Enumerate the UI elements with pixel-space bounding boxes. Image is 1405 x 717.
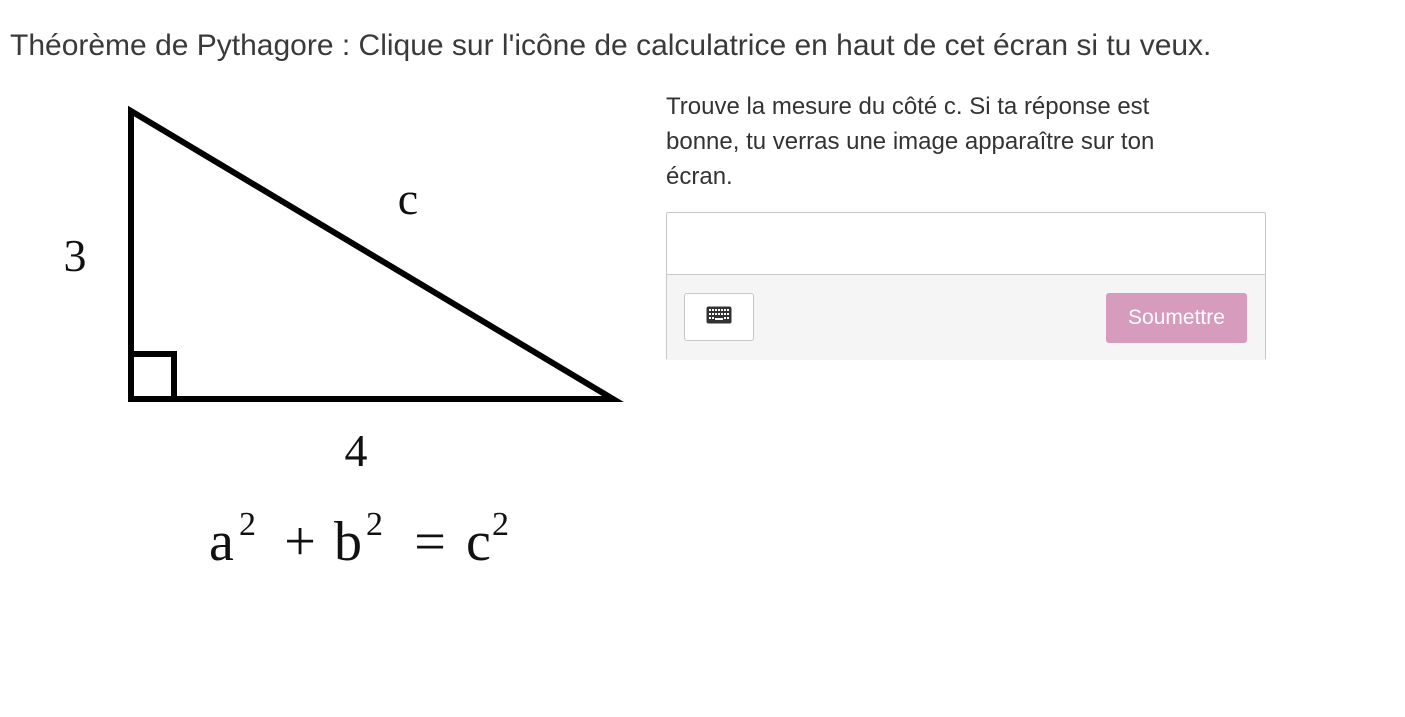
side-label-hypotenuse: c — [398, 173, 418, 224]
submit-button[interactable]: Soumettre — [1106, 293, 1247, 343]
question-prompt: Trouve la mesure du côté c. Si ta répons… — [666, 93, 1155, 190]
formula-c: c — [466, 511, 491, 573]
formula-b-exponent: 2 — [366, 506, 383, 543]
keyboard-icon — [706, 306, 732, 329]
answer-toolbar: Soumettre — [667, 274, 1265, 360]
triangle-diagram: 3 4 c a 2 + b 2 = c 2 — [64, 105, 624, 573]
answer-input[interactable] — [667, 213, 1265, 273]
formula-equals: = — [414, 511, 446, 573]
pythagorean-formula: a 2 + b 2 = c 2 — [209, 506, 509, 573]
answer-box: Soumettre — [666, 212, 1266, 360]
right-triangle — [128, 105, 624, 402]
keyboard-button[interactable] — [684, 293, 754, 341]
formula-plus: + — [284, 511, 316, 573]
side-label-vertical: 3 — [64, 230, 87, 281]
triangle-figure: 3 4 c a 2 + b 2 = c 2 — [0, 0, 660, 717]
formula-c-exponent: 2 — [492, 506, 509, 543]
formula-a-exponent: 2 — [239, 506, 256, 543]
formula-b: b — [334, 511, 362, 573]
right-angle-marker — [131, 351, 177, 399]
formula-a: a — [209, 511, 234, 573]
side-label-horizontal: 4 — [345, 425, 368, 476]
